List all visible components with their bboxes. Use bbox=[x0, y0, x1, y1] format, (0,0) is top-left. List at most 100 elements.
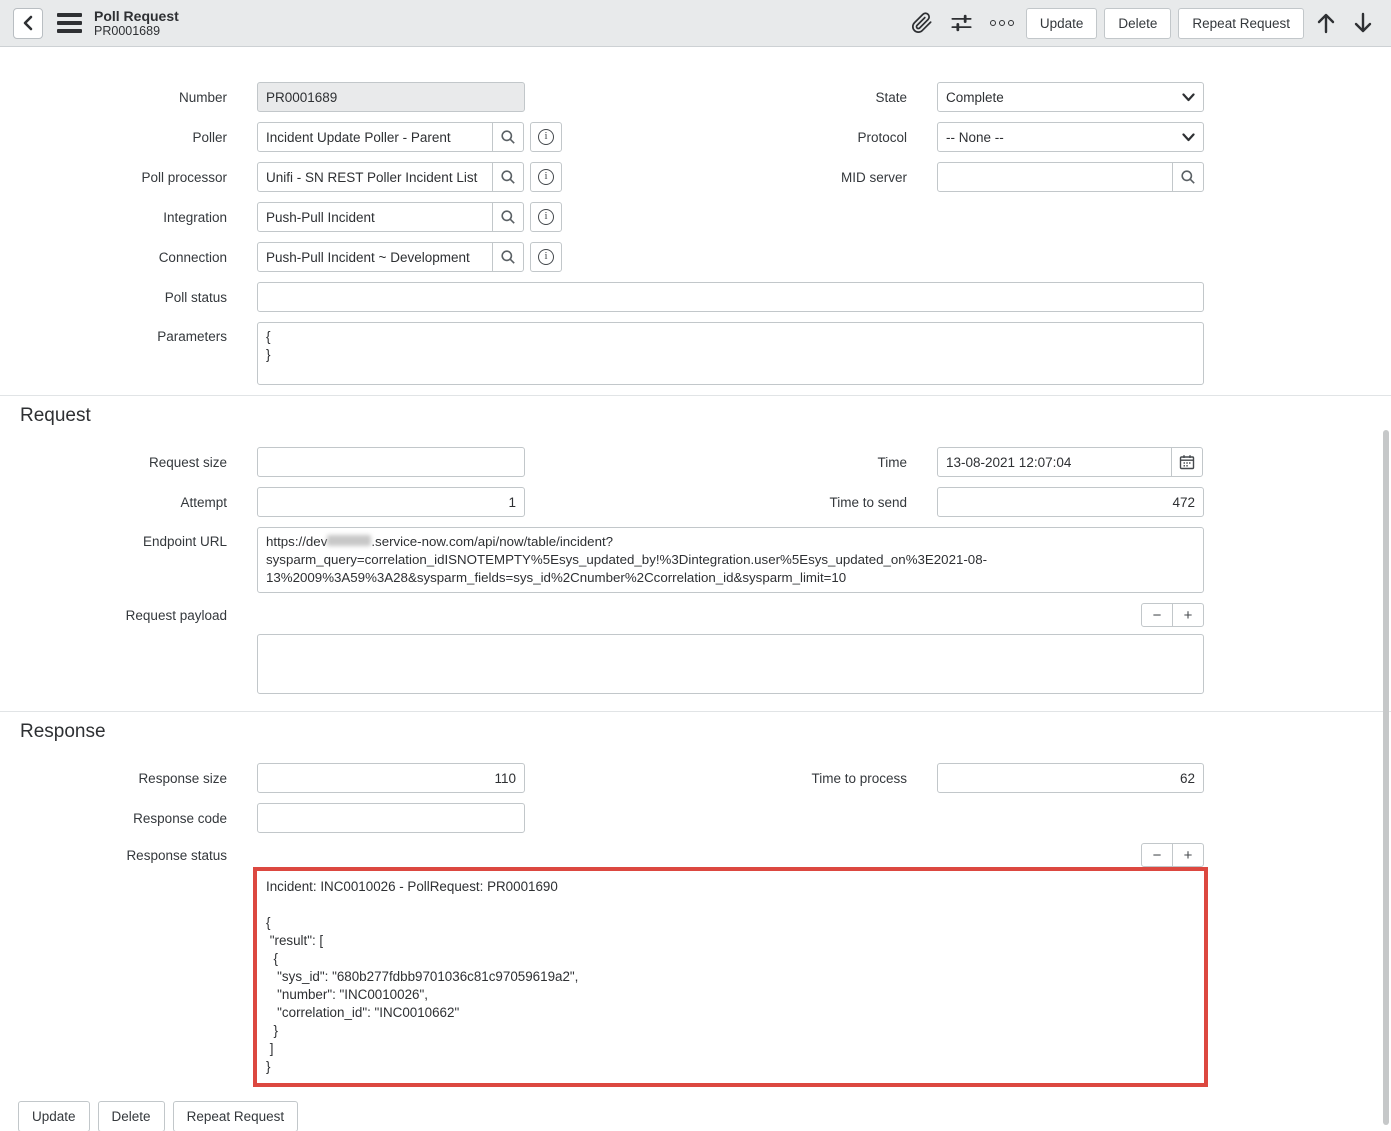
delete-button-header[interactable]: Delete bbox=[1104, 8, 1171, 39]
record-number: PR0001689 bbox=[94, 24, 179, 39]
response-code-field[interactable] bbox=[257, 803, 525, 833]
time-field[interactable] bbox=[937, 447, 1172, 477]
connection-lookup-button[interactable] bbox=[492, 242, 524, 272]
time-to-process-label: Time to process bbox=[690, 771, 907, 786]
header-actions: Update Delete Repeat Request bbox=[906, 8, 1378, 39]
info-icon: i bbox=[538, 209, 554, 225]
chevron-down-icon bbox=[1182, 93, 1195, 102]
attempt-label: Attempt bbox=[0, 495, 227, 510]
response-section-heading: Response bbox=[20, 721, 1391, 743]
poll-processor-preview-button[interactable]: i bbox=[530, 162, 562, 192]
mid-server-lookup-button[interactable] bbox=[1172, 162, 1204, 192]
time-to-send-field[interactable] bbox=[937, 487, 1204, 517]
connection-label: Connection bbox=[0, 250, 227, 265]
integration-lookup-button[interactable] bbox=[492, 202, 524, 232]
time-to-process-field[interactable] bbox=[937, 763, 1204, 793]
response-status-stepper: − + bbox=[1141, 843, 1204, 867]
back-button[interactable] bbox=[13, 8, 43, 39]
endpoint-url-field[interactable]: https://dev.service-now.com/api/now/tabl… bbox=[257, 527, 1204, 593]
mid-server-label: MID server bbox=[690, 170, 907, 185]
connection-preview-button[interactable]: i bbox=[530, 242, 562, 272]
number-label: Number bbox=[0, 90, 227, 105]
request-section-heading: Request bbox=[20, 405, 1391, 427]
response-size-label: Response size bbox=[0, 771, 227, 786]
collapse-button[interactable]: − bbox=[1141, 843, 1173, 867]
endpoint-url-prefix: https://dev bbox=[266, 534, 327, 549]
request-size-label: Request size bbox=[0, 455, 227, 470]
response-code-label: Response code bbox=[0, 811, 227, 826]
poller-field[interactable] bbox=[257, 122, 493, 152]
protocol-select[interactable]: -- None -- bbox=[937, 122, 1204, 152]
next-record-button[interactable] bbox=[1348, 9, 1378, 37]
calendar-icon bbox=[1179, 454, 1195, 470]
vertical-scrollbar bbox=[1382, 48, 1390, 1131]
update-button-footer[interactable]: Update bbox=[18, 1101, 90, 1131]
collapse-button[interactable]: − bbox=[1141, 603, 1173, 627]
more-options-icon bbox=[990, 20, 1014, 26]
mid-server-field[interactable] bbox=[937, 162, 1173, 192]
state-select-value: Complete bbox=[946, 90, 1004, 105]
poll-status-label: Poll status bbox=[0, 290, 227, 305]
number-field[interactable] bbox=[257, 82, 525, 112]
expand-button[interactable]: + bbox=[1172, 603, 1204, 627]
poller-preview-button[interactable]: i bbox=[530, 122, 562, 152]
redacted-instance-name bbox=[327, 535, 371, 546]
form-body: Number Poller i Poll processor bbox=[0, 47, 1391, 1131]
state-label: State bbox=[690, 90, 907, 105]
update-button-header[interactable]: Update bbox=[1026, 8, 1098, 39]
info-icon: i bbox=[538, 129, 554, 145]
info-icon: i bbox=[538, 249, 554, 265]
request-payload-label: Request payload bbox=[0, 603, 227, 623]
arrow-down-icon bbox=[1353, 12, 1373, 34]
section-divider bbox=[0, 395, 1391, 396]
integration-field[interactable] bbox=[257, 202, 493, 232]
more-options-button[interactable] bbox=[985, 17, 1019, 29]
delete-button-footer[interactable]: Delete bbox=[98, 1101, 165, 1131]
paperclip-icon bbox=[911, 12, 933, 34]
request-payload-field[interactable] bbox=[257, 634, 1204, 694]
connection-field[interactable] bbox=[257, 242, 493, 272]
protocol-select-value: -- None -- bbox=[946, 130, 1004, 145]
page-title: Poll Request bbox=[94, 8, 179, 24]
poll-processor-label: Poll processor bbox=[0, 170, 227, 185]
state-select[interactable]: Complete bbox=[937, 82, 1204, 112]
chevron-left-icon bbox=[21, 15, 35, 31]
sliders-icon bbox=[950, 12, 973, 34]
parameters-field[interactable]: { } bbox=[257, 322, 1204, 385]
attachment-button[interactable] bbox=[906, 9, 938, 37]
response-size-field[interactable] bbox=[257, 763, 525, 793]
poll-processor-field[interactable] bbox=[257, 162, 493, 192]
attempt-field[interactable] bbox=[257, 487, 525, 517]
expand-button[interactable]: + bbox=[1172, 843, 1204, 867]
record-title-block: Poll Request PR0001689 bbox=[94, 8, 179, 39]
response-status-field[interactable]: Incident: INC0010026 - PollRequest: PR00… bbox=[253, 867, 1208, 1087]
poller-lookup-button[interactable] bbox=[492, 122, 524, 152]
response-status-label: Response status bbox=[0, 843, 227, 863]
integration-preview-button[interactable]: i bbox=[530, 202, 562, 232]
form-footer-buttons: Update Delete Repeat Request bbox=[18, 1101, 1391, 1131]
repeat-request-button-header[interactable]: Repeat Request bbox=[1178, 8, 1304, 39]
info-icon: i bbox=[538, 169, 554, 185]
poll-status-field[interactable] bbox=[257, 282, 1204, 312]
request-size-field[interactable] bbox=[257, 447, 525, 477]
endpoint-url-rest: .service-now.com/api/now/table/incident?… bbox=[266, 534, 987, 585]
arrow-up-icon bbox=[1316, 12, 1336, 34]
repeat-request-button-footer[interactable]: Repeat Request bbox=[173, 1101, 299, 1131]
context-menu-button[interactable] bbox=[55, 11, 84, 35]
parameters-label: Parameters bbox=[0, 322, 227, 344]
personalize-form-button[interactable] bbox=[945, 9, 978, 37]
section-divider bbox=[0, 711, 1391, 712]
time-to-send-label: Time to send bbox=[690, 495, 907, 510]
time-calendar-button[interactable] bbox=[1171, 447, 1203, 477]
previous-record-button[interactable] bbox=[1311, 9, 1341, 37]
search-icon bbox=[1180, 169, 1196, 185]
hamburger-icon bbox=[57, 13, 82, 17]
chevron-down-icon bbox=[1182, 133, 1195, 142]
search-icon bbox=[500, 209, 516, 225]
integration-label: Integration bbox=[0, 210, 227, 225]
poll-processor-lookup-button[interactable] bbox=[492, 162, 524, 192]
search-icon bbox=[500, 169, 516, 185]
poller-label: Poller bbox=[0, 130, 227, 145]
time-label: Time bbox=[690, 455, 907, 470]
scrollbar-thumb[interactable] bbox=[1383, 430, 1389, 1125]
